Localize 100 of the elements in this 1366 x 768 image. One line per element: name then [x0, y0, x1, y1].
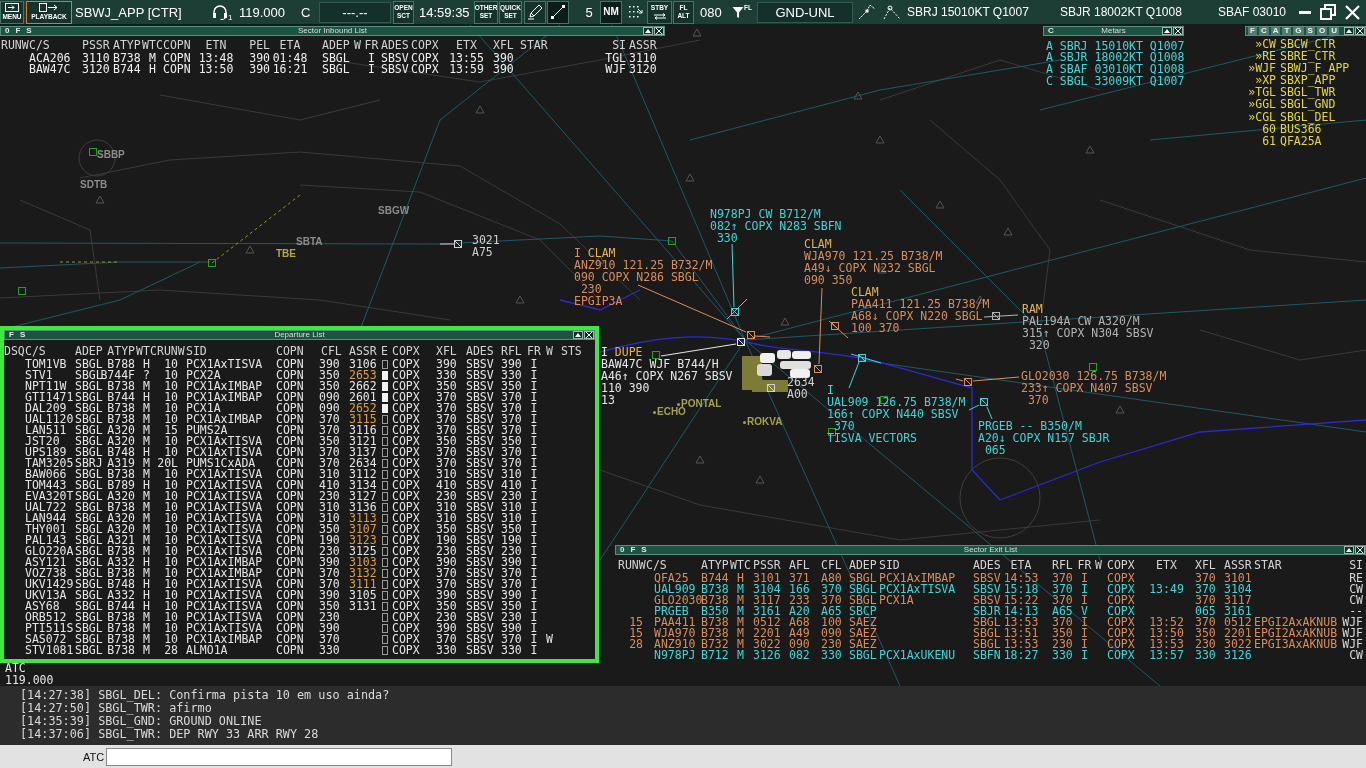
collapse-button[interactable]	[643, 27, 653, 35]
command-input-field[interactable]	[106, 747, 453, 766]
column-header[interactable]: COPX	[392, 345, 420, 357]
column-header[interactable]: ASSR	[1224, 559, 1252, 571]
window-option-button[interactable]: S	[639, 546, 649, 554]
datablock-line[interactable]: BAW47C WJF B744/H	[601, 358, 719, 370]
square-marker-icon[interactable]	[381, 535, 388, 545]
column-header[interactable]: FR	[364, 39, 379, 51]
column-header[interactable]: ATYP	[113, 39, 141, 51]
column-header[interactable]: COPN	[163, 39, 191, 51]
controller-callsign[interactable]: SBWJ_F_APP	[1280, 62, 1350, 75]
datablock-line[interactable]: UAL909 126.75 B738/M	[827, 396, 966, 408]
window-option-button[interactable]: C	[1046, 27, 1056, 35]
window-option-button[interactable]: 0	[618, 546, 627, 554]
column-header[interactable]: E	[381, 345, 388, 357]
window-option-button[interactable]: F	[628, 546, 638, 554]
filter-tab[interactable]: O	[1316, 27, 1328, 35]
collapse-button[interactable]	[573, 331, 583, 339]
controller-callsign[interactable]: QFA25A	[1280, 134, 1322, 147]
column-header[interactable]: ETA	[1010, 559, 1032, 571]
column-header[interactable]: CFL	[321, 345, 342, 357]
column-header[interactable]: RFL	[1052, 559, 1073, 571]
datablock-line[interactable]: N978PJ CW B712/M	[710, 208, 821, 220]
aircraft-target-icon[interactable]	[439, 239, 463, 249]
aircraft-target-icon[interactable]	[955, 377, 973, 387]
filter-tab[interactable]: C	[1258, 27, 1269, 35]
datablock-line[interactable]: GLO2030 126.75 B738/M	[1021, 370, 1167, 382]
close-button[interactable]	[1355, 546, 1365, 554]
column-header[interactable]: ETA	[279, 39, 301, 51]
filter-tab[interactable]: G	[1293, 27, 1304, 35]
aircraft-target-icon[interactable]	[766, 383, 776, 393]
square-marker-icon[interactable]	[381, 568, 388, 578]
square-marker-icon[interactable]	[381, 623, 388, 633]
column-header[interactable]: W	[546, 345, 553, 357]
aircraft-target-icon[interactable]	[726, 298, 748, 320]
column-header[interactable]: PSSR	[82, 39, 110, 51]
window-title-bar[interactable]: 0 F S Sector Exit List	[615, 545, 1366, 555]
column-header[interactable]: W	[1095, 559, 1102, 571]
window-option-button[interactable]: 0	[3, 27, 12, 35]
column-header[interactable]: PSSR	[753, 559, 781, 571]
column-header[interactable]: RUNW	[1, 39, 29, 51]
aircraft-target-icon[interactable]	[983, 311, 1019, 321]
funnel-icon[interactable]	[732, 5, 744, 19]
column-header[interactable]: STS	[561, 345, 582, 357]
column-header[interactable]: ADES	[381, 39, 409, 51]
close-button[interactable]	[584, 331, 594, 339]
column-header[interactable]: WTC	[730, 559, 751, 571]
square-marker-icon[interactable]	[381, 458, 388, 468]
datablock-line[interactable]: PRGEB -- B350/M	[978, 420, 1082, 432]
aircraft-target-icon[interactable]	[850, 353, 882, 364]
window-option-button[interactable]: F	[13, 27, 23, 35]
square-marker-icon[interactable]	[381, 557, 388, 567]
line-tool-button[interactable]	[547, 0, 569, 24]
column-header[interactable]: SI	[612, 39, 626, 51]
column-header[interactable]: FR	[1077, 559, 1092, 571]
column-header[interactable]: DSQ	[4, 345, 25, 357]
aircraft-target-icon[interactable]	[813, 364, 823, 374]
square-marker-icon[interactable]	[381, 480, 388, 490]
square-marker-icon[interactable]	[381, 425, 388, 435]
square-marker-icon[interactable]	[381, 414, 388, 424]
datablock-line[interactable]: PAL194A CW A320/M	[1022, 315, 1140, 327]
square-marker-icon[interactable]	[381, 359, 388, 369]
column-header[interactable]: ADEP	[322, 39, 350, 51]
column-header[interactable]: COPX	[411, 39, 439, 51]
controller-callsign[interactable]: SBCW_CTR	[1280, 38, 1336, 51]
collapse-button[interactable]	[1344, 546, 1354, 554]
filter-tab[interactable]: T	[1282, 27, 1292, 35]
column-header[interactable]: COPN	[276, 345, 304, 357]
filter-tab[interactable]: F	[1248, 27, 1257, 35]
column-header[interactable]: AFL	[789, 559, 810, 571]
column-header[interactable]: RFL	[501, 345, 522, 357]
aircraft-target-icon[interactable]	[828, 320, 849, 339]
column-header[interactable]: FR	[527, 345, 541, 357]
close-button[interactable]	[1173, 27, 1183, 35]
range-unit-button[interactable]: NM	[600, 0, 622, 24]
column-header[interactable]: ETN	[205, 39, 227, 51]
aircraft-target-icon[interactable]	[746, 330, 771, 340]
square-marker-icon[interactable]	[381, 590, 388, 600]
square-marker-icon[interactable]	[381, 645, 388, 655]
square-marker-icon[interactable]	[381, 491, 388, 501]
controller-callsign[interactable]: SBRE_CTR	[1280, 50, 1336, 63]
column-header[interactable]: ASSR	[349, 345, 377, 357]
column-header[interactable]: STAR	[520, 39, 548, 51]
aircraft-target-icon[interactable]	[968, 397, 989, 411]
column-header[interactable]: ATYP	[107, 345, 135, 357]
column-header[interactable]: SID	[186, 345, 207, 357]
draw-tool-button[interactable]	[524, 0, 546, 24]
window-option-button[interactable]: S	[17, 331, 28, 339]
column-header[interactable]: COPX	[1107, 559, 1135, 571]
controller-callsign[interactable]: BUS366	[1280, 122, 1322, 135]
filter-tab[interactable]: A	[1270, 27, 1281, 35]
window-option-button[interactable]: S	[24, 27, 34, 35]
column-header[interactable]: W	[354, 39, 361, 51]
square-marker-icon[interactable]	[381, 634, 388, 644]
close-button[interactable]	[1355, 27, 1365, 35]
square-marker-icon[interactable]	[381, 546, 388, 556]
window-title-bar[interactable]: C Metars	[1043, 26, 1184, 36]
square-marker-icon[interactable]	[381, 579, 388, 589]
column-header[interactable]: SI	[1349, 559, 1363, 571]
column-header[interactable]: ETX	[1156, 559, 1177, 571]
